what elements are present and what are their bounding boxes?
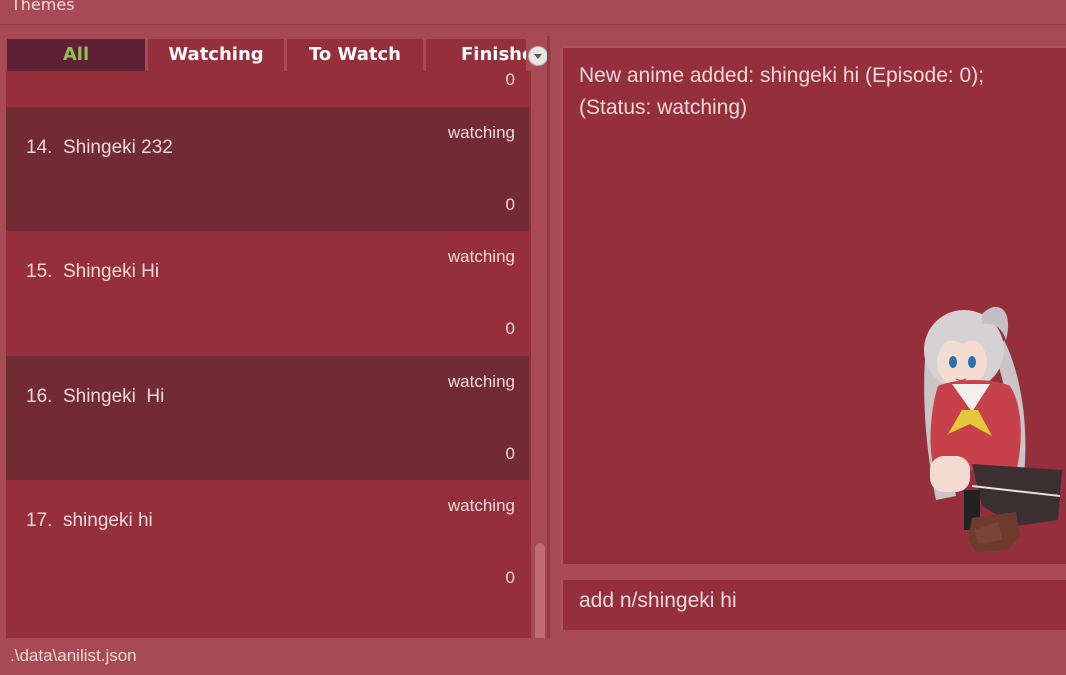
menu-bar: Themes	[0, 0, 1066, 25]
anime-episode: 0	[505, 194, 515, 214]
anime-list: 0 14. Shingeki 232 watching 0 15. Shinge…	[6, 71, 547, 638]
anime-episode: 0	[505, 568, 515, 587]
anime-status: watching	[447, 371, 515, 391]
status-tab-bar: All Watching To Watch Finished	[6, 36, 547, 72]
split-pane-divider[interactable]	[547, 36, 550, 638]
tab-all[interactable]: All	[7, 39, 145, 71]
anime-episode: 0	[505, 71, 515, 89]
anime-status: watching	[447, 247, 515, 266]
command-input[interactable]	[579, 589, 1059, 613]
anime-title: 16. Shingeki Hi	[26, 385, 165, 407]
anime-status: watching	[447, 122, 515, 142]
result-message: New anime added: shingeki hi (Episode: 0…	[579, 64, 985, 119]
anime-title: 17. shingeki hi	[26, 510, 153, 531]
anime-status: watching	[447, 496, 515, 515]
themes-menu[interactable]: Themes	[11, 0, 75, 14]
list-item[interactable]: 14. Shingeki 232 watching 0	[6, 106, 529, 231]
anime-list-panel: All Watching To Watch Finished 0 14. Shi…	[6, 36, 547, 638]
anime-title: 15. Shingeki Hi	[26, 261, 160, 282]
anime-title: 14. Shingeki 232	[26, 136, 173, 158]
list-scrollbar[interactable]	[531, 71, 547, 638]
list-item[interactable]: 15. Shingeki Hi watching 0	[6, 231, 529, 356]
tab-watching[interactable]: Watching	[148, 39, 284, 71]
list-item[interactable]: 17. shingeki hi watching 0	[6, 480, 529, 605]
tab-overflow-dropdown-icon[interactable]	[528, 46, 547, 66]
status-bar: .\data\anilist.json	[0, 640, 1066, 675]
save-location: .\data\anilist.json	[10, 646, 137, 665]
command-box[interactable]	[561, 580, 1066, 630]
anime-episode: 0	[505, 319, 515, 338]
tab-finished[interactable]: Finished	[426, 39, 526, 71]
list-item[interactable]: 0	[6, 71, 529, 107]
anime-girl-mascot-image	[924, 306, 1062, 552]
anime-list-content: 0 14. Shingeki 232 watching 0 15. Shinge…	[6, 71, 529, 605]
anime-episode: 0	[505, 443, 515, 463]
list-item[interactable]: 16. Shingeki Hi watching 0	[6, 355, 529, 480]
tab-to-watch[interactable]: To Watch	[287, 39, 423, 71]
scrollbar-thumb[interactable]	[535, 543, 545, 638]
